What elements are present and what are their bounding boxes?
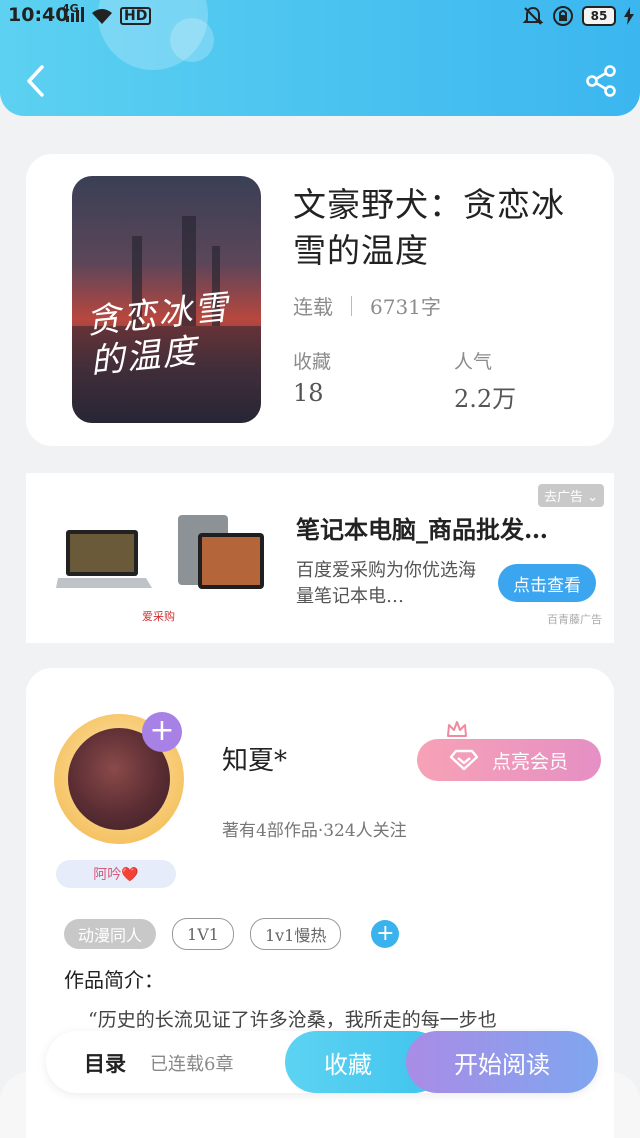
share-button[interactable]	[584, 64, 618, 98]
avatar-badge: 阿吟❤️	[56, 860, 176, 888]
cover-title: 贪恋冰雪的温度	[84, 287, 232, 383]
network-type: 4G	[62, 2, 79, 15]
header: 10:40 4G HD 85	[0, 0, 640, 116]
popularity-value: 2.2万	[454, 385, 517, 413]
ad-description: 百度爱采购为你优选海量笔记本电…	[296, 560, 476, 607]
book-info-card: 贪恋冰雪的温度 文豪野犬：贪恋冰雪的温度 连载 6731字 收藏 18 人气 2…	[26, 154, 614, 446]
tag-item[interactable]: 动漫同人	[64, 919, 157, 949]
intro-text: “历史的长流见证了许多沧桑，我所走的每一步也	[88, 1009, 497, 1031]
author-stats: 著有4部作品·324人关注	[222, 821, 407, 841]
read-label: 开始阅读	[454, 1050, 550, 1079]
vip-button-label: 点亮会员	[491, 750, 568, 773]
book-status: 连载	[293, 295, 333, 319]
book-cover[interactable]: 贪恋冰雪的温度	[72, 176, 261, 423]
toc-button[interactable]: 目录	[84, 1048, 126, 1078]
wifi-icon	[92, 8, 112, 24]
chapter-status: 已连载6章	[150, 1054, 234, 1075]
ad-title: 笔记本电脑_商品批发…	[296, 515, 548, 544]
book-meta: 连载 6731字	[293, 291, 441, 320]
chevron-left-icon	[27, 65, 44, 97]
share-icon	[586, 65, 616, 97]
crown-icon	[447, 721, 467, 737]
bottom-action-bar: 目录 已连载6章 收藏 开始阅读	[46, 1031, 598, 1093]
remove-ad-button[interactable]: 去广告 ⌄	[537, 484, 604, 507]
follow-author-button[interactable]: +	[142, 712, 182, 752]
vip-button[interactable]: 点亮会员	[417, 739, 601, 781]
hd-icon: HD	[120, 6, 152, 25]
signal-icon: 4G	[62, 2, 84, 25]
start-reading-button[interactable]: 开始阅读	[406, 1031, 598, 1093]
book-word-count: 6731字	[370, 295, 441, 319]
status-icons-left: 4G HD	[62, 2, 152, 25]
laptop-image	[56, 530, 152, 588]
status-time: 10:40	[8, 4, 69, 26]
author-name[interactable]: 知夏*	[222, 740, 287, 777]
charging-icon	[624, 7, 634, 25]
bell-mute-icon	[522, 6, 544, 25]
popularity-label: 人气	[454, 351, 493, 373]
favorites-label: 收藏	[293, 351, 332, 373]
tablet-image	[178, 515, 264, 589]
ad-source: 百青藤广告	[547, 613, 602, 626]
intro-title: 作品简介：	[64, 968, 164, 992]
favorite-label: 收藏	[324, 1050, 372, 1079]
ad-banner[interactable]: 爱采购 去广告 ⌄ 笔记本电脑_商品批发… 百度爱采购为你优选海量笔记本电… 点…	[26, 473, 614, 643]
lock-rotation-icon	[553, 6, 573, 26]
book-title: 文豪野犬：贪恋冰雪的温度	[293, 185, 565, 270]
battery-icon: 85	[582, 6, 616, 26]
meta-divider	[351, 295, 352, 316]
status-bar: 10:40 4G HD 85	[0, 0, 640, 34]
status-icons-right: 85	[522, 5, 634, 27]
favorites-value: 18	[293, 379, 324, 407]
tag-item[interactable]: 1v1慢热	[249, 918, 342, 950]
ad-view-button[interactable]: 点击查看	[498, 564, 596, 602]
add-tag-button[interactable]: +	[371, 920, 400, 948]
back-button[interactable]	[22, 64, 52, 98]
tag-item[interactable]: 1V1	[172, 918, 234, 950]
ad-brand-logo: 爱采购	[142, 610, 175, 623]
diamond-icon	[449, 749, 478, 771]
tag-list: 动漫同人 1V1 1v1慢热 +	[64, 918, 400, 950]
